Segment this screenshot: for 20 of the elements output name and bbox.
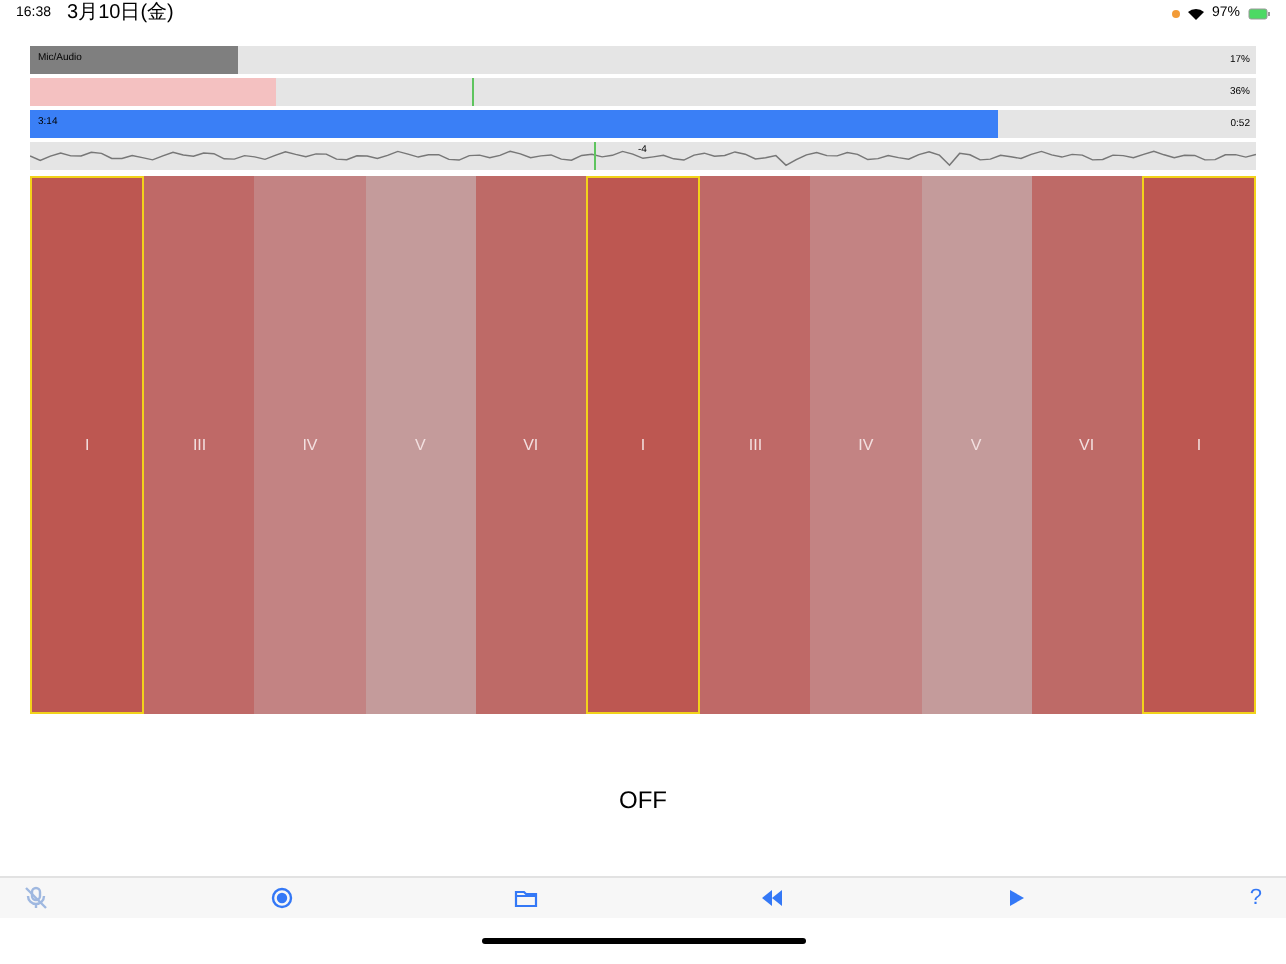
chord-key[interactable]: V [365, 176, 476, 714]
rewind-icon[interactable] [759, 886, 784, 910]
chord-key[interactable]: IV [254, 176, 366, 714]
battery-icon [1248, 8, 1270, 20]
chord-key[interactable]: VI [475, 176, 586, 714]
help-button[interactable]: ? [1249, 887, 1262, 909]
chord-key[interactable]: I [1141, 176, 1257, 714]
chord-key[interactable]: IV [810, 176, 921, 714]
status-date: 3月10日(金) [67, 3, 174, 25]
play-icon[interactable] [1004, 886, 1029, 910]
chord-key[interactable]: VI [1031, 176, 1142, 714]
folder-icon[interactable] [514, 886, 539, 910]
wifi-icon [1187, 8, 1204, 20]
chord-key[interactable]: V [921, 176, 1032, 714]
chord-key[interactable]: I [585, 176, 701, 714]
chord-key[interactable]: I [30, 176, 145, 714]
chord-key[interactable]: III [144, 176, 255, 714]
state-label: OFF [619, 783, 667, 817]
record-icon[interactable] [269, 886, 294, 910]
chord-key[interactable]: III [700, 176, 811, 714]
